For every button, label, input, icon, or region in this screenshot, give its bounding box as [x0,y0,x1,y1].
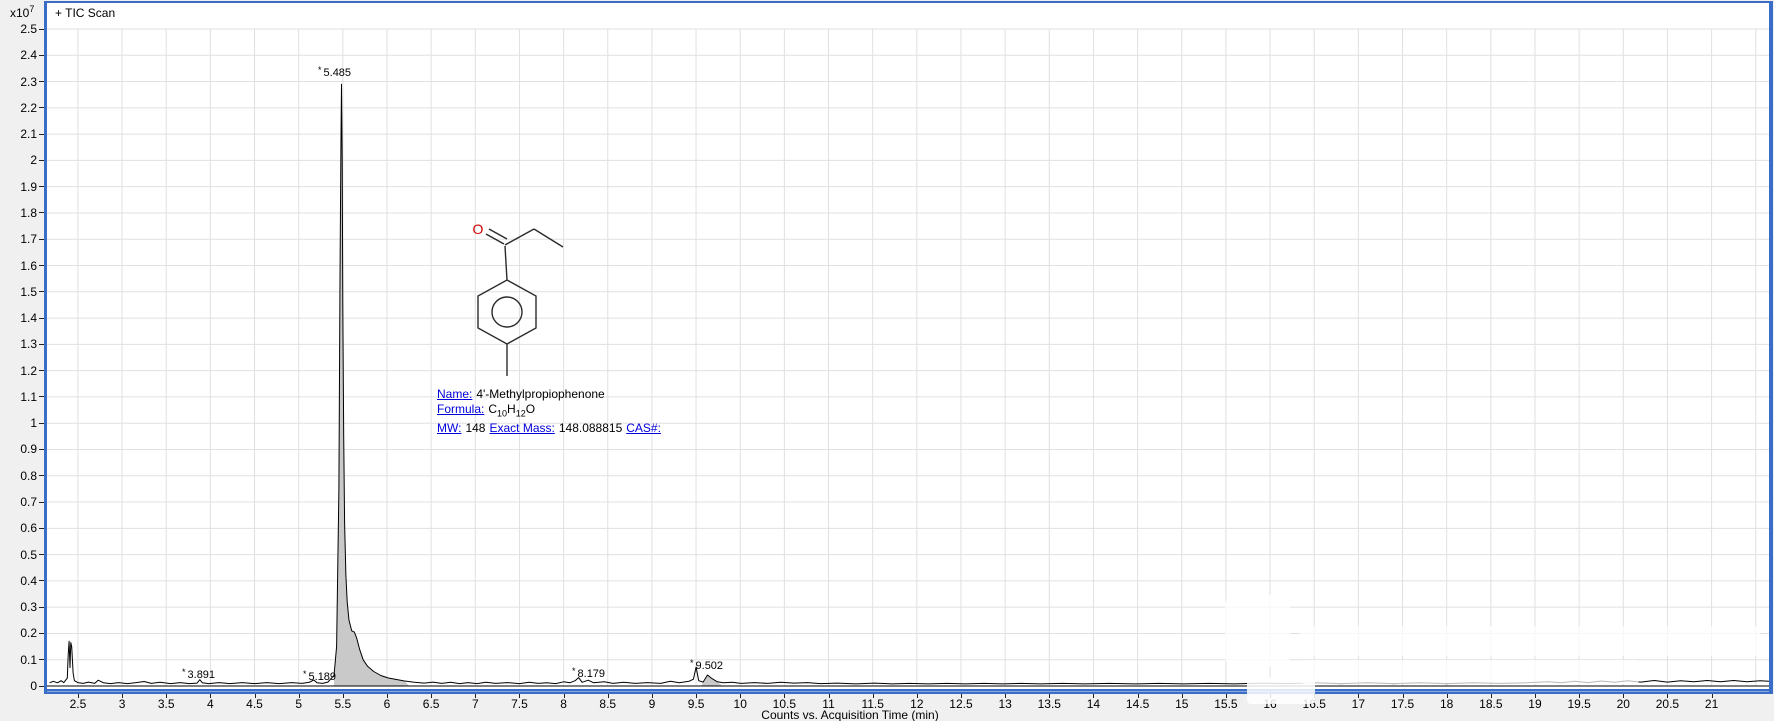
peak-label-8179: *8.179 [572,666,605,680]
y-axis-tick-label: 1.9 [0,180,37,194]
compound-annotation: Name: 4'-Methylpropiophenone Formula: C10H… [437,387,665,436]
y-axis-tick-label: 1.8 [0,206,37,220]
tic-trace [50,84,1769,684]
peak-rt-text: 3.891 [188,669,216,681]
y-axis-tick-label: 1.4 [0,311,37,325]
y-axis-scale-label: x107 [10,4,34,20]
peak-marker-icon: * [318,65,322,75]
y-axis-tick-label: 0.5 [0,548,37,562]
name-label-link[interactable]: Name: [437,387,472,401]
y-axis-tick-label: 1.2 [0,364,37,378]
x-axis-tick-label: 4.5 [231,697,279,711]
peak-label-5485: *5.485 [318,65,351,79]
y-axis-tick-label: 0.7 [0,495,37,509]
y-axis-tick-label: 0.2 [0,626,37,640]
y-axis-tick-label: 0.4 [0,574,37,588]
y-axis-tick-label: 0.8 [0,469,37,483]
peak-marker-icon: * [572,666,576,676]
y-axis-tick-label: 2.5 [0,22,37,36]
y-axis-tick-label: 2.1 [0,127,37,141]
exact-mass-label-link[interactable]: Exact Mass: [489,421,554,435]
ring-carbonyl-bond [505,246,507,280]
oxygen-atom-label: O [473,221,484,237]
peak-rt-text: 8.179 [578,668,606,680]
peak-label-3891: *3.891 [182,667,215,681]
x-axis-tick-label: 17.5 [1379,697,1427,711]
y-axis-tick-label: 0.1 [0,653,37,667]
peak-marker-icon: * [182,667,186,677]
peak-rt-text: 9.502 [696,660,724,672]
watermark-text-row [1300,660,1640,684]
peak-rt-text: 5.189 [309,671,337,683]
benzene-ring [478,280,536,344]
ch2-ch3-bond [534,229,563,247]
y-axis-tick-label: 1.7 [0,232,37,246]
x-axis-tick-label: 21 [1688,697,1736,711]
y-scale-exponent: 7 [29,4,34,14]
y-axis-tick-label: 1.1 [0,390,37,404]
y-axis-tick-label: 1.5 [0,285,37,299]
y-axis-tick-label: 0.3 [0,600,37,614]
x-axis-tick-label: 20.5 [1643,697,1691,711]
x-axis-tick-label: 2.5 [54,697,102,711]
y-axis-tick-label: 2 [0,153,37,167]
molecule-structure-4-methylpropiophenone: O [420,187,640,397]
cas-label-link[interactable]: CAS#: [626,421,661,435]
peak-label-9502: *9.502 [690,658,723,672]
watermark-blob [1247,677,1315,704]
y-axis-tick-label: 2.3 [0,75,37,89]
x-axis-tick-label: 5.5 [319,697,367,711]
watermark-text-row [1300,626,1760,656]
x-axis-tick-label: 3 [98,697,146,711]
x-axis-tick-label: 18 [1423,697,1471,711]
peak-rt-text: 5.485 [324,67,352,79]
y-scale-base: x10 [10,6,29,20]
x-axis-title: Counts vs. Acquisition Time (min) [400,708,1300,721]
peak-label-5189: *5.189 [303,669,336,683]
x-axis-tick-label: 19.5 [1555,697,1603,711]
y-axis-tick-label: 1.3 [0,337,37,351]
chromatogram-pane[interactable]: + TIC Scan *5.485 *3.891 *5.189 *8.179 *… [44,1,1773,694]
peak-marker-icon: * [303,669,307,679]
mw-value: 148 [465,421,485,435]
annotation-mass-line: MW: 148 Exact Mass: 148.088815 CAS#: [437,421,665,436]
x-axis-tick-label: 17 [1334,697,1382,711]
peak-marker-icon: * [690,658,694,668]
x-axis-tick-label: 20 [1599,697,1647,711]
watermark-logo-icon [1225,595,1290,667]
x-axis-tick-label: 3.5 [142,697,190,711]
y-axis-tick-label: 0.9 [0,442,37,456]
exact-mass-value: 148.088815 [559,421,622,435]
name-value: 4'-Methylpropiophenone [476,387,604,401]
x-axis-tick-label: 19 [1511,697,1559,711]
annotation-formula-line: Formula: C10H12O [437,402,665,421]
pane-bottom-highlight [47,691,1769,692]
peak-fill-region [334,84,409,686]
x-axis-tick-label: 5 [275,697,323,711]
y-axis-tick-label: 2.2 [0,101,37,115]
formula-value: C10H12O [488,402,535,416]
annotation-name-line: Name: 4'-Methylpropiophenone [437,387,665,402]
formula-label-link[interactable]: Formula: [437,402,484,416]
chromatogram-plot[interactable] [47,3,1769,689]
c1-ch2-bond [505,229,534,245]
mw-label-link[interactable]: MW: [437,421,461,435]
y-axis-tick-label: 0.6 [0,521,37,535]
aromatic-circle [492,297,522,327]
y-axis-tick-label: 2.4 [0,48,37,62]
x-axis-tick-label: 18.5 [1467,697,1515,711]
y-axis-tick-label: 1 [0,416,37,430]
app-window: x107 0 0.1 0.2 0.3 0.4 0.5 0.6 0.7 0.8 0.9 1 1.1 1.2… [0,0,1774,721]
pane-title: + TIC Scan [55,6,115,20]
y-axis-tick-label: 1.6 [0,259,37,273]
x-axis-tick-label: 4 [186,697,234,711]
y-axis-tick-label: 0 [0,679,37,693]
